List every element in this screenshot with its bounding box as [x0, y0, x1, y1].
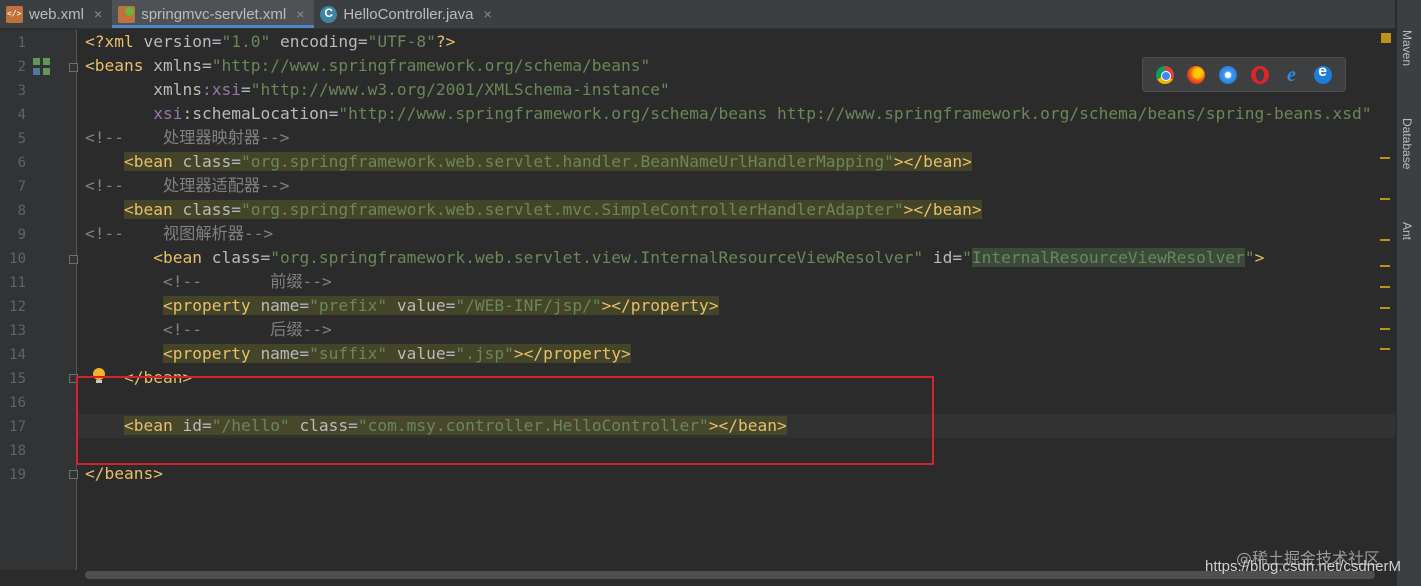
- tab-web-xml[interactable]: web.xml ×: [0, 0, 112, 28]
- tab-label: web.xml: [29, 5, 85, 23]
- code-line-1: <?xml version="1.0" encoding="UTF-8"?>: [85, 32, 456, 51]
- line-number: 16: [9, 395, 26, 411]
- code-line-2: <beans xmlns="http://www.springframework…: [85, 56, 651, 75]
- editor-tab-bar: web.xml × springmvc-servlet.xml × HelloC…: [0, 0, 1395, 29]
- maven-tool-tab[interactable]: Maven: [1400, 30, 1414, 66]
- line-number: 13: [9, 323, 26, 339]
- spring-bean-icon[interactable]: [33, 58, 51, 76]
- tab-label: HelloController.java: [343, 5, 474, 23]
- safari-icon[interactable]: [1219, 65, 1238, 84]
- code-line-5: <!-- 处理器映射器-->: [85, 128, 290, 147]
- line-number: 12: [9, 299, 26, 315]
- line-number: 9: [17, 227, 26, 243]
- error-stripe[interactable]: [1378, 30, 1392, 570]
- code-line-8: <bean class="org.springframework.web.ser…: [123, 200, 982, 219]
- tab-label: springmvc-servlet.xml: [141, 5, 287, 23]
- tab-hello-controller-java[interactable]: HelloController.java ×: [314, 0, 501, 28]
- code-line-14: <property name="suffix" value=".jsp"></p…: [162, 344, 631, 363]
- line-number: 15: [9, 371, 26, 387]
- browser-preview-toolbar: e: [1142, 57, 1346, 92]
- firefox-icon[interactable]: [1187, 65, 1206, 84]
- close-icon[interactable]: ×: [94, 6, 102, 22]
- close-icon[interactable]: ×: [296, 6, 304, 22]
- watermark-url: https://blog.csdn.net/csdnerM: [1205, 558, 1401, 575]
- line-number: 17: [9, 419, 26, 435]
- line-number: 4: [17, 107, 26, 123]
- spring-xml-file-icon: [118, 5, 136, 23]
- internet-explorer-icon[interactable]: e: [1282, 65, 1300, 85]
- code-line-10: <bean class="org.springframework.web.ser…: [153, 248, 1265, 267]
- code-line-3: xmlns:xsi="http://www.w3.org/2001/XMLSch…: [153, 80, 670, 99]
- code-line-12: <property name="prefix" value="/WEB-INF/…: [162, 296, 719, 315]
- code-line-6: <bean class="org.springframework.web.ser…: [123, 152, 972, 171]
- code-line-11: <!-- 前缀-->: [162, 272, 332, 291]
- code-line-9: <!-- 视图解析器-->: [85, 224, 274, 243]
- horizontal-scrollbar[interactable]: [85, 571, 1375, 579]
- line-number: 6: [17, 155, 26, 171]
- line-number: 10: [9, 251, 26, 267]
- line-number: 5: [17, 131, 26, 147]
- highlight-box: [76, 376, 934, 465]
- line-number: 18: [9, 443, 26, 459]
- close-icon[interactable]: ×: [484, 6, 492, 22]
- code-editor[interactable]: <?xml version="1.0" encoding="UTF-8"?> <…: [77, 30, 1395, 570]
- line-number: 11: [9, 275, 26, 291]
- right-tool-window-bar: Maven Database Ant: [1396, 0, 1421, 586]
- line-number: 7: [17, 179, 26, 195]
- chrome-icon[interactable]: [1155, 65, 1174, 84]
- edge-icon[interactable]: [1314, 63, 1333, 84]
- line-number: 14: [9, 347, 26, 363]
- code-line-13: <!-- 后缀-->: [162, 320, 332, 339]
- line-number: 2: [17, 59, 26, 75]
- line-number: 19: [9, 467, 26, 483]
- line-number: 3: [17, 83, 26, 99]
- editor-gutter[interactable]: 1 2 3 4 5 6 7 8 9 10 11 12 13 14 15 16 1…: [0, 30, 105, 570]
- tab-springmvc-servlet-xml[interactable]: springmvc-servlet.xml ×: [112, 0, 315, 28]
- code-line-4: xsi:schemaLocation="http://www.springfra…: [153, 104, 1372, 123]
- code-line-19: </beans>: [85, 464, 163, 483]
- line-number: 8: [17, 203, 26, 219]
- database-tool-tab[interactable]: Database: [1400, 118, 1414, 169]
- line-number: 1: [17, 35, 26, 51]
- ant-tool-tab[interactable]: Ant: [1400, 222, 1414, 240]
- xml-file-icon: [6, 5, 23, 23]
- opera-icon[interactable]: [1250, 65, 1269, 84]
- java-class-icon: [320, 5, 338, 23]
- code-line-7: <!-- 处理器适配器-->: [85, 176, 290, 195]
